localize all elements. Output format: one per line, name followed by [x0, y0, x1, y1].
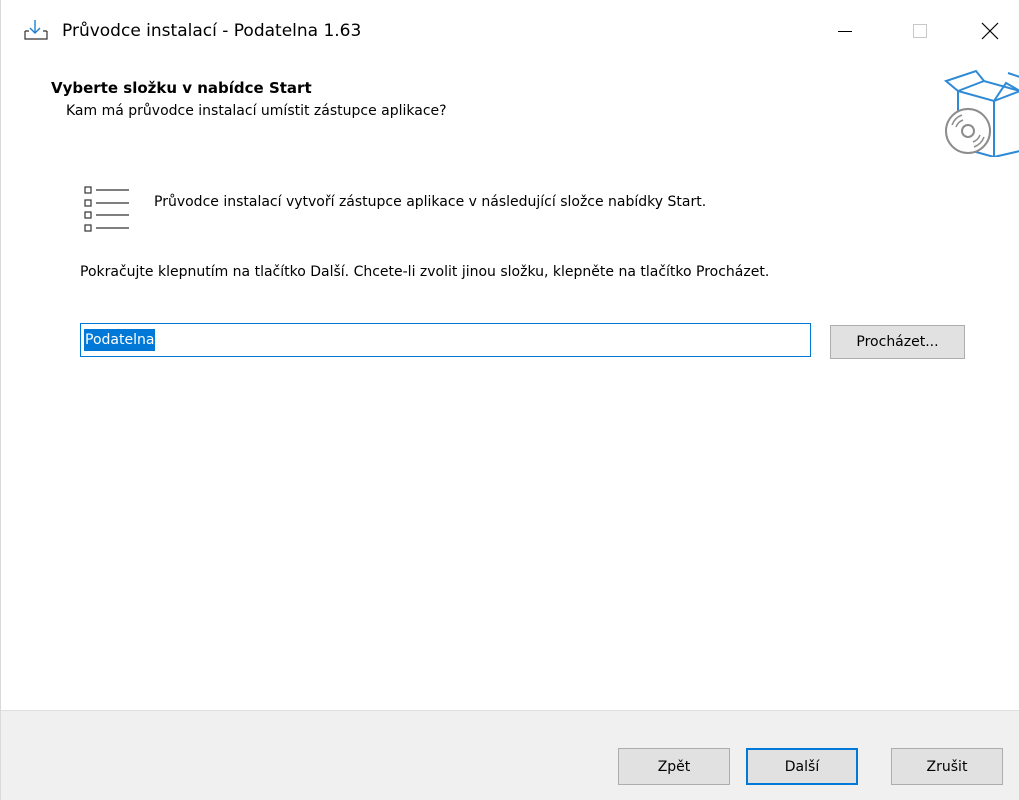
page-title: Vyberte složku v nabídce Start — [51, 79, 312, 97]
wizard-header: Vyberte složku v nabídce Start Kam má pr… — [1, 62, 1019, 162]
maximize-icon — [912, 23, 928, 39]
next-button[interactable]: Další — [746, 748, 858, 785]
minimize-icon — [837, 23, 853, 39]
cancel-button[interactable]: Zrušit — [891, 748, 1003, 785]
info-text: Průvodce instalací vytvoří zástupce apli… — [154, 194, 707, 210]
page-subtitle: Kam má průvodce instalací umístit zástup… — [66, 103, 447, 119]
folder-input-value[interactable]: Podatelna — [84, 329, 156, 351]
start-menu-folder-input[interactable]: Podatelna — [80, 323, 811, 357]
window-title: Průvodce instalací - Podatelna 1.63 — [62, 21, 362, 41]
installer-window: Průvodce instalací - Podatelna 1.63 Vybe… — [0, 0, 1019, 800]
wizard-footer: Zpět Další Zrušit — [1, 710, 1019, 800]
browse-button[interactable]: Procházet... — [830, 325, 965, 359]
back-button[interactable]: Zpět — [618, 748, 730, 785]
close-icon — [981, 22, 999, 40]
instruction-text: Pokračujte klepnutím na tlačítko Další. … — [80, 264, 770, 280]
maximize-button[interactable] — [886, 0, 954, 62]
start-menu-list-icon — [84, 185, 130, 235]
software-box-cd-icon — [936, 67, 1019, 159]
close-button[interactable] — [956, 0, 1019, 62]
title-bar[interactable]: Průvodce instalací - Podatelna 1.63 — [1, 0, 1019, 62]
minimize-button[interactable] — [811, 0, 879, 62]
download-icon — [23, 19, 49, 43]
